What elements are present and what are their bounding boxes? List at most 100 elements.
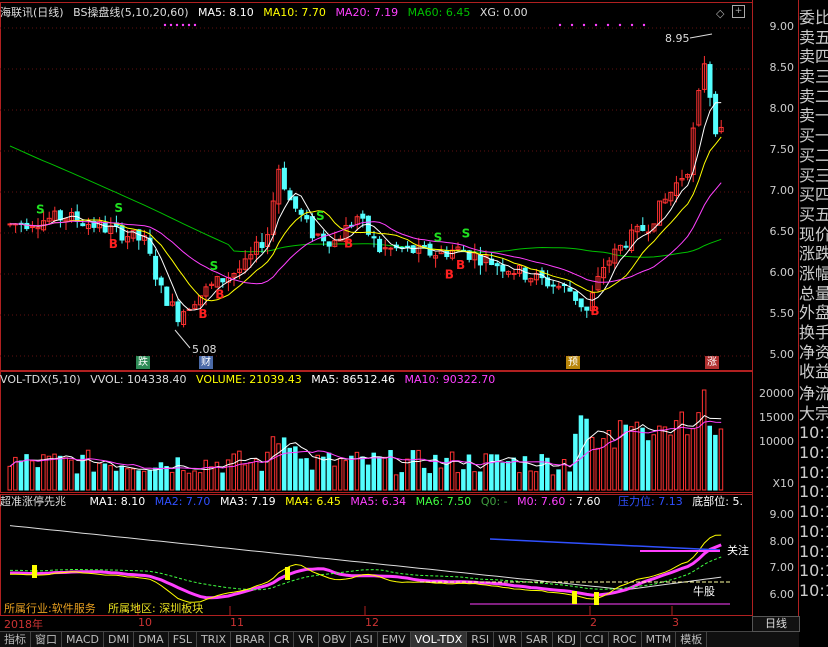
side-time: 10:1 [799,502,828,522]
sub-tick: 7.00 [769,561,795,574]
tab-template[interactable]: 模板 [676,632,708,647]
tab-mtm[interactable]: MTM [642,632,677,647]
top-marker-dot [630,23,634,27]
candle-down [578,298,584,308]
volume-bar [405,458,410,491]
period-button[interactable]: 日线 [752,616,800,632]
marker-forecast[interactable]: 预 [566,356,580,369]
volume-bar [556,469,561,491]
volume-bar [91,471,96,491]
volume-bar [517,472,522,491]
side-label: 大宗 [799,403,828,423]
sub-white-line [9,525,722,591]
volume-bar [197,472,203,491]
volume-bar [550,474,556,491]
volume-bar [718,428,724,491]
sub-ma5: MA5: 6.34 [350,495,407,508]
candle-down [175,301,181,323]
tab-dma[interactable]: DMA [134,632,169,647]
side-label: 卖三 [799,67,828,87]
tab-roc[interactable]: ROC [609,632,642,647]
tab-brar[interactable]: BRAR [231,632,271,647]
marker-finance[interactable]: 财 [199,356,213,369]
top-marker-dot [606,23,610,27]
volume-bar [74,473,80,491]
volume-bar [673,420,679,491]
volume-bar [85,449,91,491]
candle-down [24,222,30,230]
volume-bar [293,446,298,491]
top-marker-dot [193,23,197,27]
vol-ma5-line [9,414,722,471]
tab-kdj[interactable]: KDJ [553,632,581,647]
expand-icon[interactable]: + [732,5,745,18]
volume-value: VOLUME: 21039.43 [196,373,302,386]
tab-cci[interactable]: CCI [581,632,609,647]
tab-obv[interactable]: OBV [319,632,351,647]
sell-signal: S [316,209,325,223]
side-label: 总量 [799,283,828,303]
side-time: 10:1 [799,561,828,581]
tab-asi[interactable]: ASI [351,632,378,647]
top-marker-dot [163,23,167,27]
kline-chart-area[interactable]: S SBBBSSBBBS SB [0,0,828,646]
high-pointer [689,33,713,39]
volume-bar [455,472,460,491]
tab-sar[interactable]: SAR [522,632,554,647]
side-label: 买四 [799,185,828,205]
signal-block [32,565,37,578]
diamond-icon[interactable]: ◇ [716,7,724,20]
tab-vr[interactable]: VR [294,632,319,647]
sub-magenta-line [10,543,722,600]
region-label[interactable]: 所属地区: 深圳板块 [108,600,203,616]
industry-label[interactable]: 所属行业:软件服务 [4,600,96,616]
indicator-name[interactable]: BS操盘线(5,10,20,60) [73,6,188,19]
tab-emv[interactable]: EMV [378,632,411,647]
tab-indicators[interactable]: 指标 [0,632,31,647]
volume-bar [623,424,628,491]
tab-fsl[interactable]: FSL [169,632,197,647]
low-pointer [174,329,191,349]
volume-bar [707,425,712,491]
tab-cr[interactable]: CR [270,632,295,647]
volume-bar [276,443,281,491]
vol-ma5-value: MA5: 86512.46 [311,373,395,386]
volume-bar [141,470,147,491]
sub-ma1: MA1: 8.10 [89,495,146,508]
tab-dmi[interactable]: DMI [104,632,135,647]
volume-bar [29,460,35,491]
volume-bar [158,462,164,491]
sub-ma6: MA6: 7.50 [415,495,472,508]
volume-bar [427,473,432,491]
sell-signal: S [36,202,45,216]
tab-window[interactable]: 窗口 [31,632,62,647]
volume-bar [500,462,505,491]
tab-rsi[interactable]: RSI [467,632,495,647]
tab-wr[interactable]: WR [494,632,522,647]
sub-ma2: MA2: 7.70 [154,495,211,508]
low-price-label: 5.08 [192,343,217,356]
sell-signal: S [434,231,443,245]
sub-indicator-name[interactable]: 超准涨停先兆 [0,495,66,508]
quote-side-panel: 委比 卖五 卖四 卖三 卖二 卖一 买一 买二 买三 买四 买五 现价 涨跌 涨… [799,8,828,380]
sub-m0: M0: 7.60 [517,495,566,508]
tab-trix[interactable]: TRIX [197,632,232,647]
signal-block [572,591,577,604]
volume-bar [662,426,668,491]
volume-bar [629,426,634,491]
tab-vol-tdx[interactable]: VOL-TDX [410,632,468,647]
candle-down [80,223,86,227]
panel-border [0,2,753,372]
side-label: 买五 [799,204,828,224]
volume-bar [237,450,242,491]
volume-bar [265,451,270,491]
date-axis: 2018年 10 11 12 2 3 [0,616,752,631]
marker-fall[interactable]: 跌 [136,356,150,369]
tab-macd[interactable]: MACD [62,632,104,647]
side-label: 净流 [799,384,828,403]
volume-bar [713,434,718,491]
vol-indicator-name[interactable]: VOL-TDX(5,10) [0,373,81,386]
stock-title[interactable]: 海联讯(日线) [0,6,64,19]
volume-bar [164,466,169,491]
marker-rise[interactable]: 涨 [705,356,719,369]
